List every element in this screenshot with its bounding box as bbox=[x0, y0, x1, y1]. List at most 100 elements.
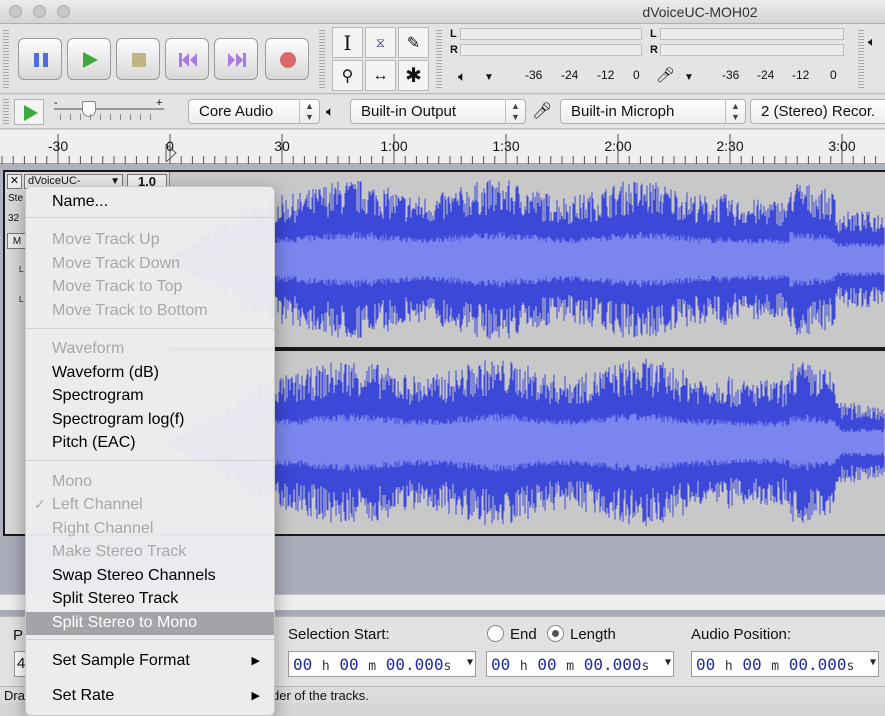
timeline-ruler[interactable]: -30 0 30 1:00 1:30 2:00 2:30 3:00 bbox=[0, 130, 885, 164]
record-meter-dropdown[interactable]: ▼ bbox=[684, 72, 694, 83]
menu-separator bbox=[26, 639, 274, 640]
envelope-icon: ⧖ bbox=[375, 34, 386, 50]
envelope-tool[interactable]: ⧖ bbox=[365, 27, 396, 58]
menu-item-move-track-down: Move Track Down bbox=[26, 253, 274, 276]
ruler-tick-label: 3:00 bbox=[828, 138, 856, 154]
selection-tool[interactable]: I bbox=[332, 27, 363, 58]
play-head-marker-icon[interactable] bbox=[164, 144, 178, 162]
audio-position-time[interactable]: 00 h 00 m 00.000s ▼ bbox=[691, 651, 879, 677]
menu-item-label: Move Track Down bbox=[52, 255, 181, 272]
slider-ticks bbox=[60, 114, 160, 120]
updown-arrow-icon: ▲ ▼ bbox=[505, 100, 525, 123]
meter-grip[interactable] bbox=[436, 30, 442, 88]
stop-button[interactable] bbox=[116, 38, 160, 80]
audio-host-value: Core Audio bbox=[199, 103, 274, 120]
record-scale-label: -12 bbox=[792, 68, 810, 82]
toolbar-grip[interactable] bbox=[3, 99, 9, 125]
minutes-value: 00 bbox=[339, 655, 359, 674]
record-meter-right[interactable] bbox=[660, 44, 844, 56]
length-radio[interactable] bbox=[547, 625, 564, 642]
time-shift-tool[interactable]: ↔ bbox=[365, 60, 396, 91]
zoom-tool[interactable]: ⚲ bbox=[332, 60, 363, 91]
menu-item-split-stereo-to-mono[interactable]: Split Stereo to Mono bbox=[26, 612, 274, 635]
menu-item-waveform-db[interactable]: Waveform (dB) bbox=[26, 362, 274, 385]
hours-unit: h bbox=[519, 659, 528, 674]
play-at-speed-button[interactable] bbox=[14, 99, 44, 125]
menu-item-split-stereo-track[interactable]: Split Stereo Track bbox=[26, 588, 274, 611]
i-beam-icon: I bbox=[343, 30, 352, 55]
output-device-select[interactable]: Built-in Output ▲ ▼ bbox=[350, 99, 526, 124]
status-left-text: Dra bbox=[4, 688, 25, 703]
skip-to-start-button[interactable] bbox=[165, 38, 209, 80]
seconds-value: 00.000 bbox=[583, 655, 642, 674]
input-device-value: Built-in Microph bbox=[571, 103, 675, 120]
multi-tool[interactable]: ✱ bbox=[398, 60, 429, 91]
dropdown-arrow-icon[interactable]: ▼ bbox=[665, 657, 671, 668]
menu-item-spectrogram-log-f[interactable]: Spectrogram log(f) bbox=[26, 409, 274, 432]
menu-separator bbox=[26, 460, 274, 461]
pan-left-label: L bbox=[19, 265, 24, 274]
menu-item-label: Swap Stereo Channels bbox=[52, 567, 216, 584]
playback-scale-label: -12 bbox=[597, 68, 615, 82]
selection-start-time[interactable]: 00 h 00 m 00.000s ▼ bbox=[288, 651, 476, 677]
menu-item-swap-stereo-channels[interactable]: Swap Stereo Channels bbox=[26, 565, 274, 588]
playback-scale-label: 0 bbox=[633, 68, 640, 82]
menu-item-set-rate[interactable]: Set Rate ▶ bbox=[26, 685, 274, 708]
input-channels-select[interactable]: 2 (Stereo) Recor. bbox=[750, 99, 885, 124]
track-context-menu: Name... Move Track Up Move Track Down Move … bbox=[25, 186, 275, 716]
menu-item-label: Name... bbox=[52, 193, 109, 210]
asterisk-icon: ✱ bbox=[405, 65, 422, 87]
dropdown-arrow-icon[interactable]: ▼ bbox=[870, 657, 876, 668]
playback-meter-dropdown[interactable]: ▼ bbox=[484, 72, 494, 83]
end-radio[interactable] bbox=[487, 625, 504, 642]
submenu-arrow-icon: ▶ bbox=[251, 655, 260, 667]
menu-item-set-sample-format[interactable]: Set Sample Format ▶ bbox=[26, 650, 274, 673]
menu-item-waveform: Waveform bbox=[26, 338, 274, 361]
menu-item-pitch-eac[interactable]: Pitch (EAC) bbox=[26, 432, 274, 455]
updown-arrow-icon: ▲ ▼ bbox=[299, 100, 319, 123]
toolbar-grip[interactable] bbox=[3, 30, 9, 88]
playback-speed-slider[interactable] bbox=[54, 108, 164, 110]
left-channel-waveform[interactable] bbox=[170, 172, 885, 347]
record-scale-label: -36 bbox=[722, 68, 740, 82]
menu-item-spectrogram[interactable]: Spectrogram bbox=[26, 385, 274, 408]
menu-item-label: Move Track to Top bbox=[52, 278, 183, 295]
playback-meter-left-label: L bbox=[450, 28, 457, 40]
menu-item-move-track-up: Move Track Up bbox=[26, 229, 274, 252]
skip-end-icon bbox=[228, 53, 246, 67]
pause-icon bbox=[34, 53, 48, 67]
menu-item-name[interactable]: Name... bbox=[26, 191, 274, 214]
zoom-window-button[interactable] bbox=[57, 5, 70, 18]
hours-value: 00 bbox=[696, 655, 716, 674]
play-button[interactable] bbox=[67, 38, 111, 80]
ruler-tick-label: 2:00 bbox=[604, 138, 632, 154]
dropdown-arrow-icon[interactable]: ▼ bbox=[467, 657, 473, 668]
close-window-button[interactable] bbox=[9, 5, 22, 18]
record-button[interactable] bbox=[265, 38, 309, 80]
mute-button[interactable]: M bbox=[7, 233, 27, 249]
minutes-unit: m bbox=[368, 659, 377, 674]
record-meter-left[interactable] bbox=[660, 28, 844, 40]
updown-arrow-icon: ▲ ▼ bbox=[725, 100, 745, 123]
microphone-icon: 🎤︎ bbox=[532, 103, 553, 120]
skip-to-end-button[interactable] bbox=[214, 38, 258, 80]
minutes-unit: m bbox=[771, 659, 780, 674]
playback-meter-right[interactable] bbox=[460, 44, 642, 56]
tools-grip[interactable] bbox=[319, 30, 325, 88]
ruler-tick-label: 1:30 bbox=[492, 138, 520, 154]
close-track-button[interactable]: ✕ bbox=[7, 174, 22, 189]
input-device-select[interactable]: Built-in Microph ▲ ▼ bbox=[560, 99, 746, 124]
right-channel-waveform[interactable] bbox=[170, 351, 885, 534]
mixer-grip[interactable] bbox=[858, 30, 864, 88]
hours-value: 00 bbox=[491, 655, 511, 674]
track-format-info: Ste bbox=[8, 193, 24, 204]
waveform-left bbox=[170, 179, 885, 340]
draw-tool[interactable]: ✎ bbox=[398, 27, 429, 58]
pause-button[interactable] bbox=[18, 38, 62, 80]
ruler-tick-label: -30 bbox=[47, 138, 69, 154]
playback-meter-left[interactable] bbox=[460, 28, 642, 40]
skip-start-icon bbox=[179, 53, 197, 67]
minimize-window-button[interactable] bbox=[33, 5, 46, 18]
audio-host-select[interactable]: Core Audio ▲ ▼ bbox=[188, 99, 320, 124]
selection-length-time[interactable]: 00 h 00 m 00.000s ▼ bbox=[486, 651, 674, 677]
